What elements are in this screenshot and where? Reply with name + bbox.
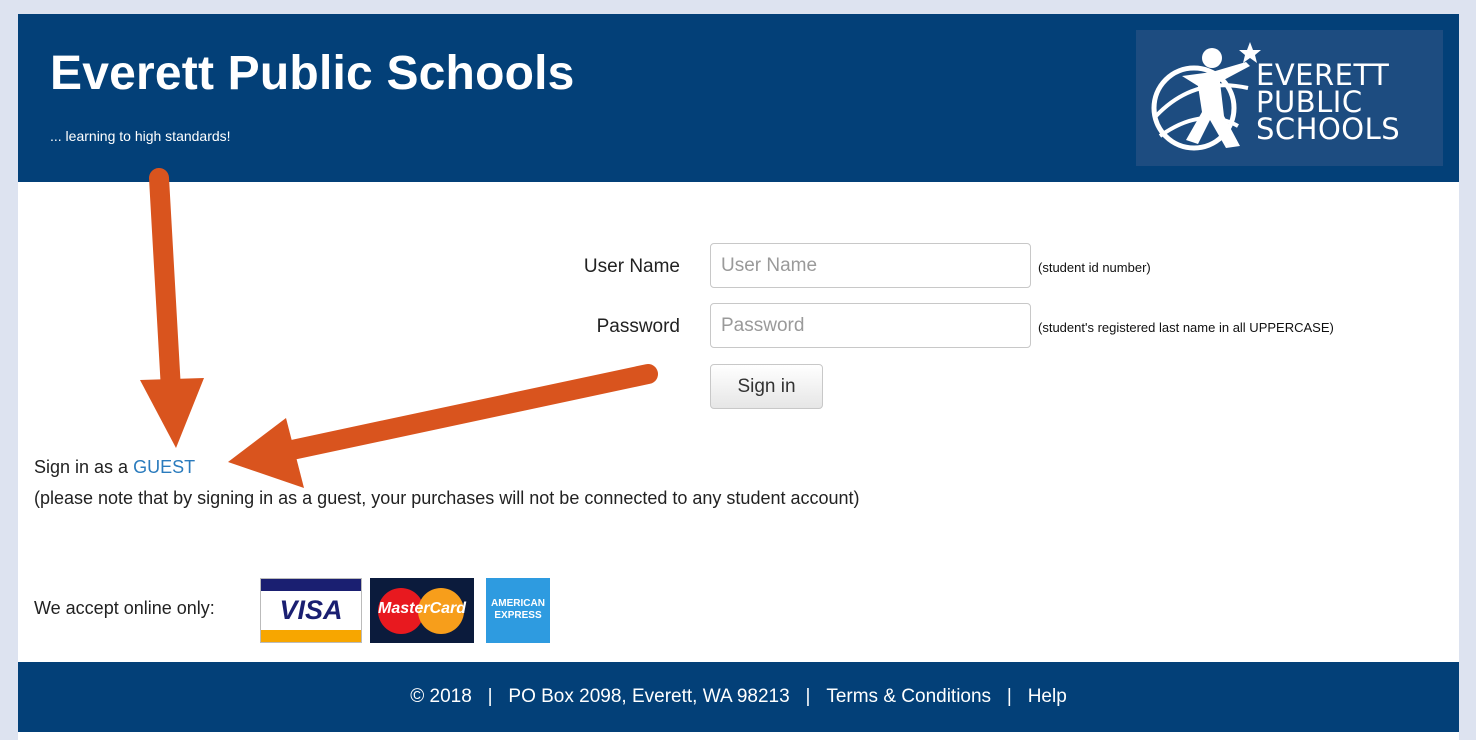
site-header: Everett Public Schools ... learning to h… [18,14,1459,182]
amex-text: AMERICAN EXPRESS [491,598,545,621]
footer-address: PO Box 2098, Everett, WA 98213 [508,686,790,707]
globe-figure-icon [1151,42,1261,151]
username-hint: (student id number) [1038,260,1151,275]
amex-icon: AMERICAN EXPRESS [486,578,550,643]
guest-prefix: Sign in as a [34,457,134,477]
footer-help-link[interactable]: Help [1028,686,1067,708]
guest-link[interactable]: GUEST [133,457,195,477]
logo-text: EVERETT PUBLIC SCHOOLS [1256,61,1401,146]
password-input[interactable] [710,303,1031,348]
page-frame: Everett Public Schools ... learning to h… [18,14,1459,740]
site-footer: © 2018 | PO Box 2098, Everett, WA 98213 … [18,662,1459,732]
site-tagline: ... learning to high standards! [50,128,231,144]
sign-in-button[interactable]: Sign in [710,364,823,409]
password-label: Password [596,316,680,337]
logo-line: SCHOOLS [1256,112,1401,146]
school-logo: EVERETT PUBLIC SCHOOLS [1136,30,1443,166]
username-label: User Name [583,256,680,277]
guest-note: (please note that by signing in as a gue… [34,488,860,508]
footer-copyright: © 2018 [410,686,472,707]
visa-card-icon: VISA [260,578,362,643]
visa-text: VISA [279,595,343,625]
username-input[interactable] [710,243,1031,288]
mastercard-text: MasterCard [377,600,467,617]
footer-terms-link[interactable]: Terms & Conditions [826,686,991,708]
site-title: Everett Public Schools [50,47,575,100]
guest-signin-line: Sign in as a GUEST [34,457,195,478]
mastercard-icon: MasterCard [370,578,474,643]
payment-accept-label: We accept online only: [34,598,215,618]
password-hint: (student's registered last name in all U… [1038,320,1334,335]
